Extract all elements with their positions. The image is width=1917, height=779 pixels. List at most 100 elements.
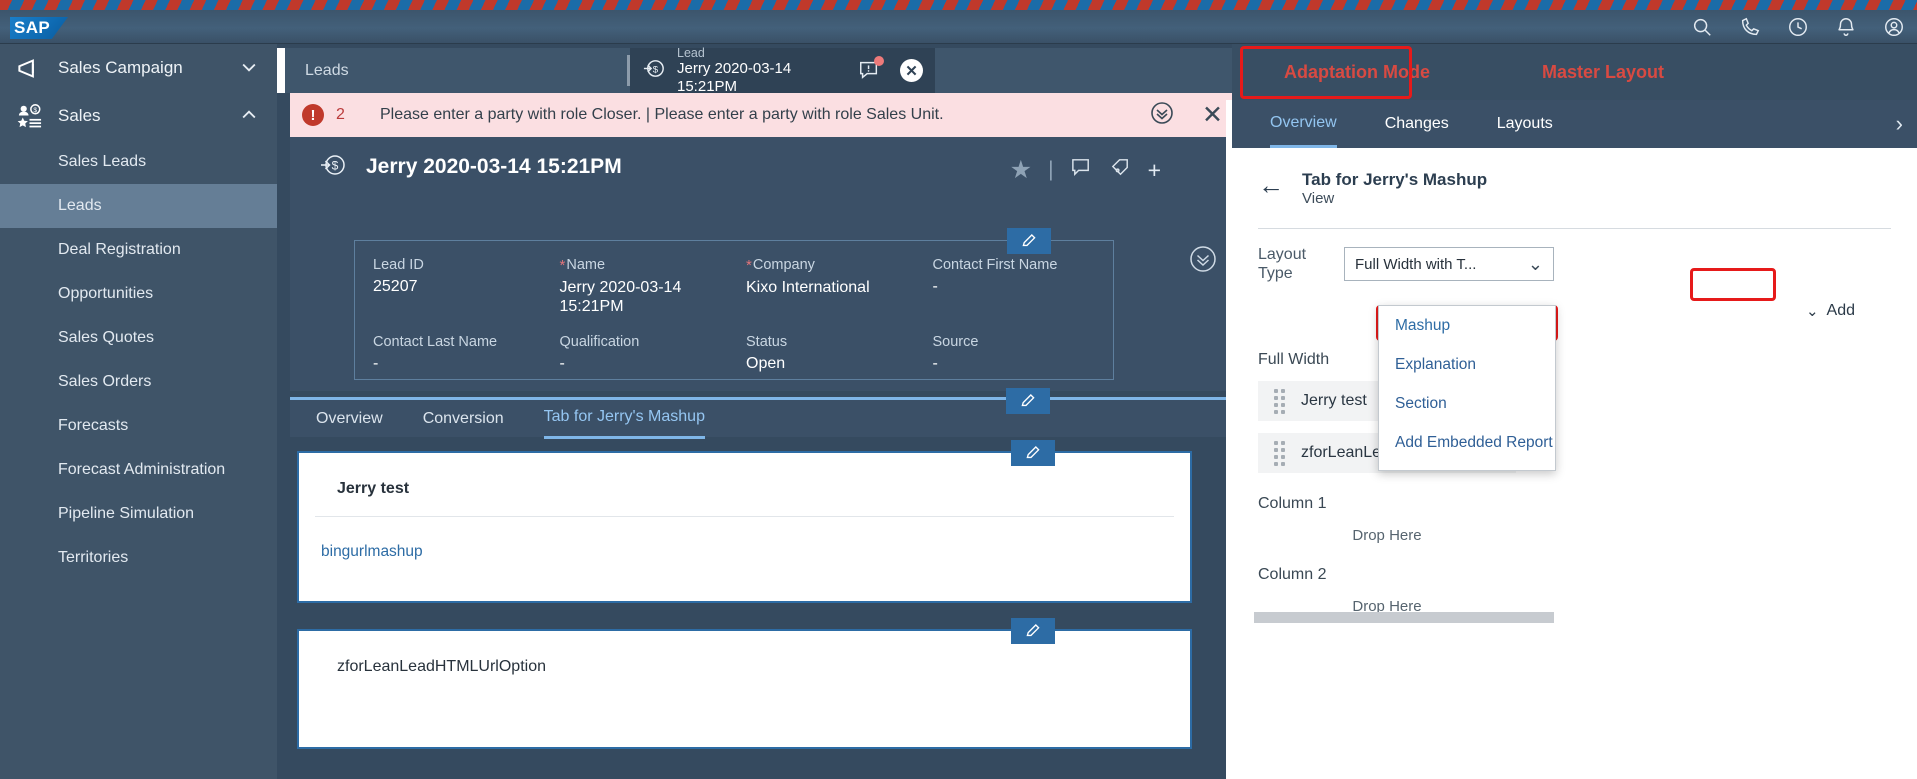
search-icon[interactable] — [1689, 14, 1715, 40]
notification-badge — [874, 55, 884, 66]
adaptation-mode-button[interactable]: Adaptation Mode — [1260, 44, 1454, 100]
bell-icon[interactable] — [1833, 14, 1859, 40]
column1-drop-zone[interactable]: Drop Here — [1258, 527, 1516, 544]
sidebar-item-label: Sales Quotes — [58, 329, 155, 346]
edit-card-pencil-icon[interactable] — [1011, 440, 1055, 466]
master-layout-button[interactable]: Master Layout — [1518, 44, 1688, 100]
sidebar-item-opportunities[interactable]: Opportunities — [0, 272, 277, 316]
field-label: Status — [746, 334, 788, 351]
menu-item-explanation[interactable]: Explanation — [1379, 345, 1555, 384]
phone-icon[interactable] — [1737, 14, 1763, 40]
message-bar-actions: ✕ — [1150, 100, 1223, 130]
sidebar-item-sales-leads[interactable]: Sales Leads — [0, 140, 277, 184]
tab-label: Conversion — [422, 409, 504, 427]
favorite-star-icon[interactable]: ★ — [1010, 155, 1032, 185]
work-tab-leads[interactable]: Leads — [285, 48, 630, 93]
tab-label: Changes — [1384, 115, 1449, 132]
tag-icon[interactable] — [1109, 156, 1132, 184]
sidebar-item-forecast-administration[interactable]: Forecast Administration — [0, 448, 277, 492]
drag-handle-icon[interactable] — [1274, 388, 1285, 414]
lead-icon: $ — [642, 56, 667, 86]
sidebar-item-sales-quotes[interactable]: Sales Quotes — [0, 316, 277, 360]
add-icon[interactable]: + — [1148, 157, 1161, 184]
record-field-grid: Lead ID 25207 *Name Jerry 2020-03-14 15:… — [355, 241, 1113, 374]
menu-item-mashup[interactable]: Mashup — [1379, 306, 1555, 345]
edit-card-pencil-icon[interactable] — [1011, 618, 1055, 644]
work-tab-record-text: Lead Jerry 2020-03-14 15:21PM — [677, 46, 848, 95]
card-title: zforLeanLeadHTMLUrlOption — [337, 658, 546, 675]
layout-type-select[interactable]: Full Width with T... ⌄ — [1344, 247, 1554, 282]
sidebar-item-label: Forecasts — [58, 417, 129, 434]
field-lead-id: Lead ID 25207 — [373, 257, 554, 316]
field-label: Lead ID — [373, 257, 424, 273]
svg-text:$: $ — [653, 64, 659, 75]
double-chevron-down-icon[interactable] — [1189, 245, 1217, 273]
sap-logo: SAP — [10, 17, 68, 39]
field-contact-first-name: Contact First Name - — [933, 257, 1114, 316]
menu-item-add-embedded-report[interactable]: Add Embedded Report — [1379, 423, 1555, 462]
chevron-down-icon[interactable] — [239, 57, 261, 79]
menu-item-section[interactable]: Section — [1379, 384, 1555, 423]
add-button-row: ⌄ Add — [1258, 297, 1891, 325]
field-value: 25207 — [373, 278, 418, 295]
menu-item-label: Mashup — [1395, 316, 1451, 334]
tab-overview[interactable]: Overview — [1270, 100, 1337, 148]
feed-icon[interactable] — [1070, 156, 1093, 184]
tab-label: Layouts — [1496, 115, 1553, 132]
sidebar-item-label: Territories — [58, 549, 129, 566]
field-name: *Name Jerry 2020-03-14 15:21PM — [560, 257, 741, 316]
field-value: - — [932, 355, 938, 373]
edit-tab-pencil-icon[interactable] — [1006, 388, 1050, 414]
panel-horizontal-scrollbar[interactable] — [1254, 612, 1554, 623]
chevron-up-icon[interactable] — [239, 105, 261, 127]
megaphone-icon — [16, 55, 58, 82]
sidebar-item-territories[interactable]: Territories — [0, 536, 277, 580]
full-width-section-label: Full Width — [1258, 351, 1330, 369]
error-icon: ! — [302, 104, 324, 126]
record-field-panel: Lead ID 25207 *Name Jerry 2020-03-14 15:… — [354, 228, 1114, 380]
work-tab-record[interactable]: $ Lead Jerry 2020-03-14 15:21PM ✕ — [630, 46, 935, 95]
column2-label: Column 2 — [1258, 566, 1327, 584]
edit-fields-pencil-icon[interactable] — [1007, 228, 1051, 254]
menu-item-label: Explanation — [1395, 355, 1477, 373]
note-alert-icon[interactable] — [858, 55, 884, 83]
sidebar-item-forecasts[interactable]: Forecasts — [0, 404, 277, 448]
sidebar-item-sales-orders[interactable]: Sales Orders — [0, 360, 277, 404]
panel-subtitle: View — [1302, 190, 1335, 207]
user-icon[interactable] — [1881, 14, 1907, 40]
sidebar-group-sales-campaign[interactable]: Sales Campaign — [0, 44, 277, 92]
clock-icon[interactable] — [1785, 14, 1811, 40]
sidebar-item-label: Deal Registration — [58, 241, 181, 258]
sidebar-group-sales[interactable]: $ Sales — [0, 92, 277, 140]
adaptation-panel-body: ← Tab for Jerry's Mashup View Layout Typ… — [1232, 148, 1917, 779]
field-label: *Company — [746, 257, 815, 274]
required-marker: * — [559, 257, 566, 274]
tab-conversion[interactable]: Conversion — [423, 399, 504, 439]
tab-jerrys-mashup[interactable]: Tab for Jerry's Mashup — [543, 399, 705, 439]
message-close-button[interactable]: ✕ — [1202, 100, 1223, 130]
tab-layouts[interactable]: Layouts — [1497, 100, 1553, 148]
field-value: Open — [746, 355, 786, 373]
sidebar: Sales Campaign $ Sales Sales Leads Leads… — [0, 44, 277, 779]
sidebar-item-label: Leads — [58, 197, 102, 214]
field-value: - — [559, 355, 565, 373]
close-icon[interactable]: ✕ — [900, 59, 923, 82]
panel-tabs-more-chevron-icon[interactable]: › — [1896, 111, 1903, 137]
chevron-down-icon: ⌄ — [1805, 303, 1819, 321]
mashup-link-bingurlmashup[interactable]: bingurlmashup — [321, 543, 423, 560]
drag-handle-icon[interactable] — [1274, 440, 1285, 466]
back-arrow-icon[interactable]: ← — [1258, 172, 1284, 198]
card-body: bingurlmashup — [299, 517, 1190, 561]
tab-changes[interactable]: Changes — [1385, 100, 1449, 148]
message-bar: ! 2 Please enter a party with role Close… — [290, 93, 1245, 137]
mashup-card-jerry-test: Jerry test bingurlmashup — [297, 440, 1192, 603]
card-title: Jerry test — [315, 461, 1174, 517]
layout-type-label: Layout Type — [1258, 246, 1307, 283]
panel-header-text: Tab for Jerry's Mashup View — [1302, 170, 1487, 208]
sidebar-item-deal-registration[interactable]: Deal Registration — [0, 228, 277, 272]
double-chevron-down-icon[interactable] — [1150, 101, 1174, 130]
add-button[interactable]: ⌄ Add — [1796, 297, 1865, 325]
sidebar-item-leads[interactable]: Leads — [0, 184, 277, 228]
sidebar-item-pipeline-simulation[interactable]: Pipeline Simulation — [0, 492, 277, 536]
tab-overview[interactable]: Overview — [316, 399, 383, 439]
